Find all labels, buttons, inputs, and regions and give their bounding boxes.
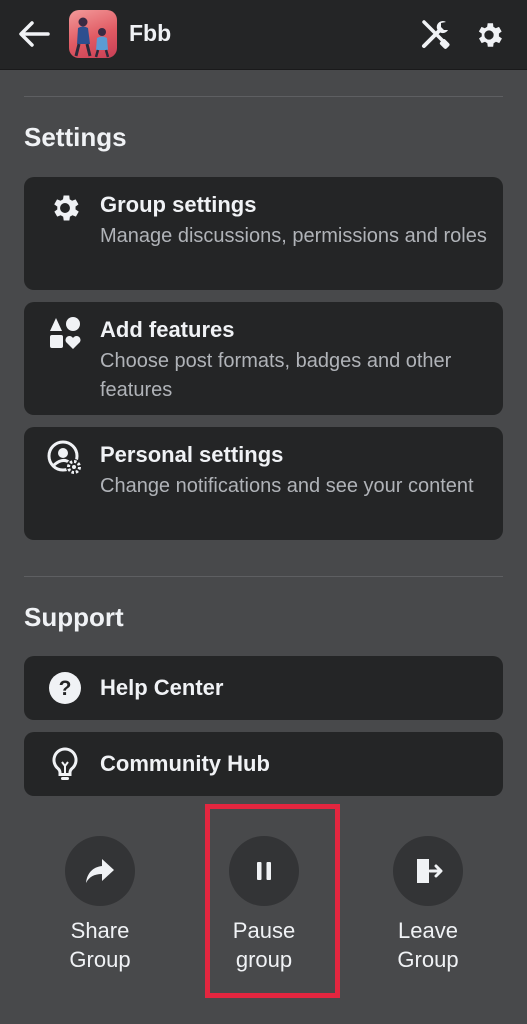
item-description: Manage discussions, permissions and role… [100,225,487,247]
share-arrow-icon [65,836,135,906]
community-hub-item[interactable]: Community Hub [24,732,503,796]
item-title: Help Center [100,675,224,700]
item-title: Personal settings [100,442,284,467]
item-title: Add features [100,317,235,342]
group-settings-item[interactable]: Group settings Manage discussions, permi… [24,177,503,290]
lightbulb-icon [46,745,84,783]
help-center-item[interactable]: ? Help Center [24,656,503,720]
leave-group-button[interactable]: Leave Group [363,836,493,974]
back-arrow-icon[interactable] [14,14,54,54]
top-bar: Fbb [0,0,527,70]
add-features-item[interactable]: Add features Choose post formats, badges… [24,302,503,415]
leave-door-icon [393,836,463,906]
shapes-icon [46,314,84,352]
highlight-box [205,804,340,998]
item-title: Community Hub [100,751,270,776]
question-circle-icon: ? [46,669,84,707]
item-description: Change notifications and see your conten… [100,475,474,497]
divider [24,576,503,577]
wrench-screwdriver-icon[interactable] [416,16,454,54]
divider [24,96,503,97]
gear-icon [46,189,84,227]
svg-text:?: ? [59,677,72,700]
item-title: Group settings [100,192,257,217]
share-group-button[interactable]: Share Group [35,836,165,974]
group-avatar[interactable] [69,10,117,58]
gear-icon[interactable] [470,16,508,54]
group-name: Fbb [129,20,172,46]
person-gear-icon [46,439,84,477]
support-heading: Support [24,602,124,632]
action-label: Share Group [69,918,131,972]
item-description: Choose post formats, badges and other fe… [100,350,452,401]
settings-heading: Settings [24,122,127,152]
action-label: Leave Group [397,918,459,972]
personal-settings-item[interactable]: Personal settings Change notifications a… [24,427,503,540]
